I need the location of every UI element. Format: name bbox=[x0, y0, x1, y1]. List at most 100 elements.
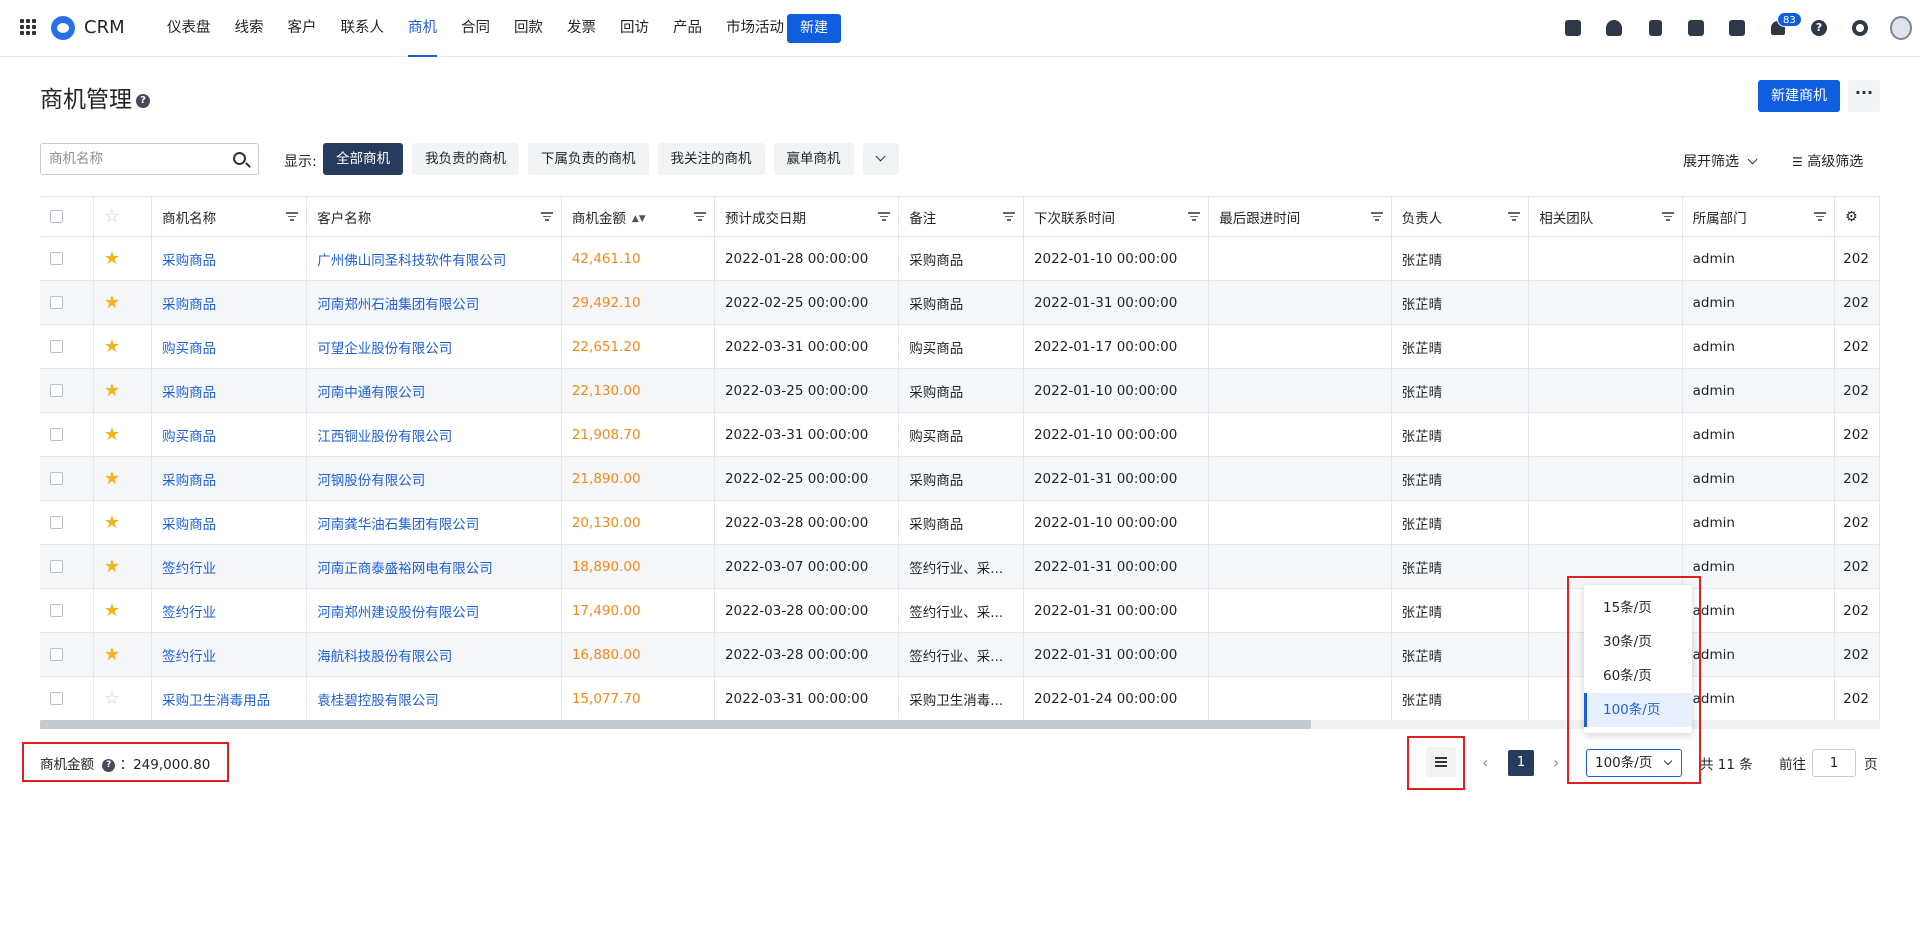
column-header[interactable]: 下次联系时间 bbox=[1023, 196, 1210, 237]
row-checkbox[interactable] bbox=[50, 340, 63, 353]
nav-item[interactable]: 仪表盘 bbox=[155, 0, 223, 57]
more-filters-button[interactable] bbox=[862, 143, 899, 175]
star-icon[interactable]: ★ bbox=[104, 336, 120, 357]
nav-item[interactable]: 市场活动 bbox=[714, 0, 796, 57]
name-cell[interactable]: 签约行业 bbox=[151, 544, 308, 589]
customer-cell[interactable]: 河钢股份有限公司 bbox=[306, 456, 562, 501]
name-cell[interactable]: 采购商品 bbox=[151, 500, 308, 545]
row-checkbox[interactable] bbox=[50, 692, 63, 705]
app-grid-icon[interactable] bbox=[20, 19, 36, 35]
filter-chip[interactable]: 我负责的商机 bbox=[412, 143, 519, 175]
column-header[interactable]: 所属部门 bbox=[1682, 196, 1836, 237]
advanced-filter-button[interactable]: ☰ 高级筛选 bbox=[1792, 151, 1863, 171]
filter-icon[interactable] bbox=[1002, 212, 1015, 221]
row-checkbox[interactable] bbox=[50, 428, 63, 441]
star-icon[interactable]: ★ bbox=[104, 468, 120, 489]
nav-item[interactable]: 产品 bbox=[661, 0, 714, 57]
phone-icon[interactable] bbox=[1685, 17, 1707, 39]
column-header[interactable]: 备注 bbox=[898, 196, 1024, 237]
filter-icon[interactable] bbox=[540, 212, 553, 221]
customer-cell[interactable]: 河南郑州石油集团有限公司 bbox=[306, 280, 562, 325]
row-checkbox[interactable] bbox=[50, 252, 63, 265]
column-header[interactable]: 负责人 bbox=[1391, 196, 1530, 237]
column-header[interactable]: 商机金额 ▲▼ bbox=[561, 196, 715, 237]
customer-cell[interactable]: 袁桂碧控股有限公司 bbox=[306, 676, 562, 721]
star-icon[interactable]: ★ bbox=[104, 644, 120, 665]
expand-filter-button[interactable]: 展开筛选 bbox=[1683, 151, 1758, 171]
star-icon[interactable]: ★ bbox=[104, 424, 120, 445]
row-checkbox[interactable] bbox=[50, 516, 63, 529]
prev-page-icon[interactable]: ‹ bbox=[1482, 753, 1488, 772]
filter-chip[interactable]: 全部商机 bbox=[323, 143, 403, 175]
more-icon[interactable]: ··· bbox=[1848, 80, 1880, 112]
nav-item[interactable]: 联系人 bbox=[329, 0, 397, 57]
customer-cell[interactable]: 河南正商泰盛裕网电有限公司 bbox=[306, 544, 562, 589]
row-checkbox[interactable] bbox=[50, 296, 63, 309]
column-header[interactable]: 相关团队 bbox=[1528, 196, 1683, 237]
filter-icon[interactable] bbox=[1661, 212, 1674, 221]
nav-item[interactable]: 线索 bbox=[223, 0, 276, 57]
scrollbar-thumb[interactable] bbox=[40, 720, 1311, 729]
table-row[interactable]: ★ 购买商品 可望企业股份有限公司 22,651.20 2022-03-31 00:00… bbox=[40, 324, 1880, 369]
customer-cell[interactable]: 可望企业股份有限公司 bbox=[306, 324, 562, 369]
name-cell[interactable]: 采购商品 bbox=[151, 368, 308, 413]
filter-chip[interactable]: 下属负责的商机 bbox=[528, 143, 649, 175]
customer-cell[interactable]: 河南郑州建设股份有限公司 bbox=[306, 588, 562, 633]
table-row[interactable]: ★ 采购商品 广州佛山同圣科技软件有限公司 42,461.10 2022-01-28 0… bbox=[40, 236, 1880, 281]
next-page-icon[interactable]: › bbox=[1553, 753, 1559, 772]
name-cell[interactable]: 采购商品 bbox=[151, 456, 308, 501]
filter-chip[interactable]: 我关注的商机 bbox=[657, 143, 765, 175]
current-page[interactable]: 1 bbox=[1508, 750, 1534, 776]
row-checkbox[interactable] bbox=[50, 384, 63, 397]
name-cell[interactable]: 采购卫生消毒用品 bbox=[151, 676, 308, 721]
star-icon[interactable]: ★ bbox=[104, 292, 120, 313]
filter-icon[interactable] bbox=[1508, 212, 1521, 221]
column-header[interactable]: 预计成交日期 bbox=[714, 196, 900, 237]
star-icon[interactable]: ★ bbox=[104, 556, 120, 577]
table-row[interactable]: ★ 采购商品 河南郑州石油集团有限公司 29,492.10 2022-02-25 00:… bbox=[40, 280, 1880, 325]
filter-icon[interactable] bbox=[878, 212, 891, 221]
nav-item[interactable]: 发票 bbox=[555, 0, 608, 57]
nav-item[interactable]: 合同 bbox=[449, 0, 502, 57]
filter-chip[interactable]: 赢单商机 bbox=[773, 143, 854, 175]
nav-item[interactable]: 商机 bbox=[396, 0, 449, 57]
filter-icon[interactable] bbox=[1370, 212, 1383, 221]
select-all-checkbox[interactable] bbox=[50, 210, 63, 223]
customer-cell[interactable]: 广州佛山同圣科技软件有限公司 bbox=[306, 236, 562, 281]
row-checkbox[interactable] bbox=[50, 648, 63, 661]
filter-icon[interactable] bbox=[1188, 212, 1201, 221]
help-icon[interactable]: ? bbox=[1808, 17, 1830, 39]
help-icon[interactable]: ? bbox=[136, 93, 150, 108]
filter-icon[interactable] bbox=[693, 212, 706, 221]
star-icon[interactable]: ★ bbox=[104, 248, 120, 269]
gear-icon[interactable] bbox=[1849, 17, 1871, 39]
name-cell[interactable]: 采购商品 bbox=[151, 280, 308, 325]
star-icon[interactable]: ★ bbox=[104, 512, 120, 533]
nav-item[interactable]: 回访 bbox=[608, 0, 661, 57]
row-checkbox[interactable] bbox=[50, 472, 63, 485]
star-icon[interactable]: ☆ bbox=[104, 206, 120, 227]
table-row[interactable]: ★ 采购商品 河南龚华油石集团有限公司 20,130.00 2022-03-28 00:… bbox=[40, 500, 1880, 545]
filter-icon[interactable] bbox=[1814, 212, 1827, 221]
table-row[interactable]: ★ 采购商品 河钢股份有限公司 21,890.00 2022-02-25 00:00:0… bbox=[40, 456, 1880, 501]
column-settings-icon[interactable]: ⚙ bbox=[1845, 209, 1858, 225]
star-icon[interactable]: ★ bbox=[104, 380, 120, 401]
table-row[interactable]: ★ 购买商品 江西铜业股份有限公司 21,908.70 2022-03-31 00:00… bbox=[40, 412, 1880, 457]
star-icon[interactable]: ★ bbox=[104, 600, 120, 621]
goto-page-input[interactable]: 1 bbox=[1812, 749, 1856, 777]
customer-cell[interactable]: 江西铜业股份有限公司 bbox=[306, 412, 562, 457]
customer-cell[interactable]: 河南龚华油石集团有限公司 bbox=[306, 500, 562, 545]
new-opportunity-button[interactable]: 新建商机 bbox=[1758, 80, 1840, 112]
bell-icon[interactable]: 83 bbox=[1767, 12, 1802, 39]
row-checkbox[interactable] bbox=[50, 560, 63, 573]
task-icon[interactable] bbox=[1562, 17, 1584, 39]
name-cell[interactable]: 采购商品 bbox=[151, 236, 308, 281]
avatar[interactable] bbox=[1890, 16, 1912, 40]
sort-icon[interactable]: ▲▼ bbox=[632, 214, 646, 224]
nav-item[interactable]: 回款 bbox=[502, 0, 555, 57]
customer-cell[interactable]: 海航科技股份有限公司 bbox=[306, 632, 562, 677]
name-cell[interactable]: 签约行业 bbox=[151, 588, 308, 633]
star-icon[interactable]: ☆ bbox=[104, 688, 120, 709]
document-icon[interactable] bbox=[1644, 17, 1666, 39]
column-header[interactable]: 商机名称 bbox=[151, 196, 308, 237]
